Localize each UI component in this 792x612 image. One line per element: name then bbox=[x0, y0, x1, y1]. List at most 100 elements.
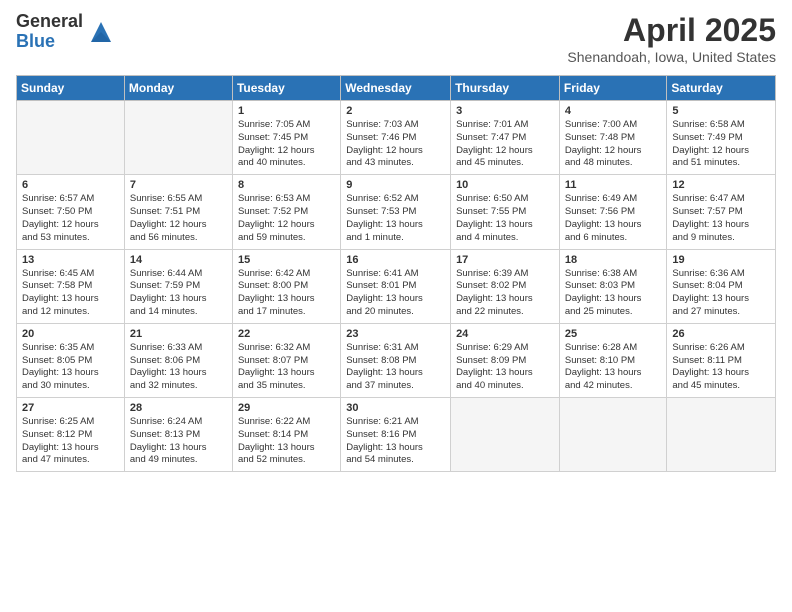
calendar-cell: 24 Sunrise: 6:29 AM Sunset: 8:09 PM Dayli… bbox=[451, 323, 560, 397]
day-number: 11 bbox=[565, 179, 662, 191]
day-number: 13 bbox=[22, 254, 119, 266]
calendar-week-row: 20Sunrise: 6:35 AM Sunset: 8:05 PM Dayli… bbox=[17, 323, 776, 397]
calendar-week-row: 1 Sunrise: 7:05 AM Sunset: 7:45 PM Daylig… bbox=[17, 101, 776, 175]
day-number: 30 bbox=[346, 402, 445, 414]
calendar-cell: 3Sunrise: 7:01 AM Sunset: 7:47 PM Daylig… bbox=[451, 101, 560, 175]
calendar-cell: 9Sunrise: 6:52 AM Sunset: 7:53 PM Daylig… bbox=[341, 175, 451, 249]
day-number: 1 bbox=[238, 105, 335, 117]
calendar-cell: 17 Sunrise: 6:39 AM Sunset: 8:02 PM Dayli… bbox=[451, 249, 560, 323]
weekday-row: SundayMondayTuesdayWednesdayThursdayFrid… bbox=[17, 76, 776, 101]
weekday-header: Friday bbox=[559, 76, 667, 101]
day-number: 14 bbox=[130, 254, 227, 266]
day-detail: Sunrise: 6:32 AM Sunset: 8:07 PM Dayligh… bbox=[238, 342, 335, 393]
calendar-cell: 4 Sunrise: 7:00 AM Sunset: 7:48 PM Daylig… bbox=[559, 101, 667, 175]
day-detail: Sunrise: 6:53 AM Sunset: 7:52 PM Dayligh… bbox=[238, 193, 335, 244]
day-detail: Sunrise: 6:55 AM Sunset: 7:51 PM Dayligh… bbox=[130, 193, 227, 244]
day-detail: Sunrise: 7:03 AM Sunset: 7:46 PM Dayligh… bbox=[346, 119, 445, 170]
calendar-week-row: 13 Sunrise: 6:45 AM Sunset: 7:58 PM Dayli… bbox=[17, 249, 776, 323]
weekday-header: Saturday bbox=[667, 76, 776, 101]
day-detail: Sunrise: 6:31 AM Sunset: 8:08 PM Dayligh… bbox=[346, 342, 445, 393]
day-number: 15 bbox=[238, 254, 335, 266]
calendar-cell: 30 Sunrise: 6:21 AM Sunset: 8:16 PM Dayli… bbox=[341, 398, 451, 472]
day-number: 25 bbox=[565, 328, 662, 340]
day-number: 19 bbox=[672, 254, 770, 266]
logo-blue: Blue bbox=[16, 32, 83, 52]
calendar-cell: 6Sunrise: 6:57 AM Sunset: 7:50 PM Daylig… bbox=[17, 175, 125, 249]
calendar-cell bbox=[124, 101, 232, 175]
calendar-cell: 14 Sunrise: 6:44 AM Sunset: 7:59 PM Dayli… bbox=[124, 249, 232, 323]
calendar-cell: 5Sunrise: 6:58 AM Sunset: 7:49 PM Daylig… bbox=[667, 101, 776, 175]
calendar-header: SundayMondayTuesdayWednesdayThursdayFrid… bbox=[17, 76, 776, 101]
weekday-header: Thursday bbox=[451, 76, 560, 101]
day-number: 23 bbox=[346, 328, 445, 340]
day-number: 7 bbox=[130, 179, 227, 191]
day-detail: Sunrise: 6:49 AM Sunset: 7:56 PM Dayligh… bbox=[565, 193, 662, 244]
day-detail: Sunrise: 7:00 AM Sunset: 7:48 PM Dayligh… bbox=[565, 119, 662, 170]
day-detail: Sunrise: 6:50 AM Sunset: 7:55 PM Dayligh… bbox=[456, 193, 554, 244]
day-number: 16 bbox=[346, 254, 445, 266]
day-detail: Sunrise: 6:28 AM Sunset: 8:10 PM Dayligh… bbox=[565, 342, 662, 393]
day-detail: Sunrise: 6:45 AM Sunset: 7:58 PM Dayligh… bbox=[22, 268, 119, 319]
calendar-cell: 29Sunrise: 6:22 AM Sunset: 8:14 PM Dayli… bbox=[232, 398, 340, 472]
calendar-cell: 19 Sunrise: 6:36 AM Sunset: 8:04 PM Dayli… bbox=[667, 249, 776, 323]
location: Shenandoah, Iowa, United States bbox=[567, 49, 776, 65]
calendar-cell: 1 Sunrise: 7:05 AM Sunset: 7:45 PM Daylig… bbox=[232, 101, 340, 175]
day-detail: Sunrise: 6:41 AM Sunset: 8:01 PM Dayligh… bbox=[346, 268, 445, 319]
day-number: 8 bbox=[238, 179, 335, 191]
calendar-cell bbox=[559, 398, 667, 472]
day-detail: Sunrise: 6:38 AM Sunset: 8:03 PM Dayligh… bbox=[565, 268, 662, 319]
weekday-header: Sunday bbox=[17, 76, 125, 101]
day-number: 20 bbox=[22, 328, 119, 340]
calendar-cell: 13 Sunrise: 6:45 AM Sunset: 7:58 PM Dayli… bbox=[17, 249, 125, 323]
day-detail: Sunrise: 7:01 AM Sunset: 7:47 PM Dayligh… bbox=[456, 119, 554, 170]
day-number: 2 bbox=[346, 105, 445, 117]
title-block: April 2025 Shenandoah, Iowa, United Stat… bbox=[567, 12, 776, 65]
day-number: 21 bbox=[130, 328, 227, 340]
day-detail: Sunrise: 6:57 AM Sunset: 7:50 PM Dayligh… bbox=[22, 193, 119, 244]
calendar-cell: 11 Sunrise: 6:49 AM Sunset: 7:56 PM Dayli… bbox=[559, 175, 667, 249]
day-number: 12 bbox=[672, 179, 770, 191]
day-detail: Sunrise: 6:39 AM Sunset: 8:02 PM Dayligh… bbox=[456, 268, 554, 319]
logo-general: General bbox=[16, 12, 83, 32]
calendar-cell: 7 Sunrise: 6:55 AM Sunset: 7:51 PM Daylig… bbox=[124, 175, 232, 249]
calendar-cell: 8 Sunrise: 6:53 AM Sunset: 7:52 PM Daylig… bbox=[232, 175, 340, 249]
calendar-cell: 12Sunrise: 6:47 AM Sunset: 7:57 PM Dayli… bbox=[667, 175, 776, 249]
calendar-week-row: 27Sunrise: 6:25 AM Sunset: 8:12 PM Dayli… bbox=[17, 398, 776, 472]
calendar-week-row: 6Sunrise: 6:57 AM Sunset: 7:50 PM Daylig… bbox=[17, 175, 776, 249]
calendar-cell: 20Sunrise: 6:35 AM Sunset: 8:05 PM Dayli… bbox=[17, 323, 125, 397]
logo-icon bbox=[87, 18, 115, 46]
day-number: 4 bbox=[565, 105, 662, 117]
calendar-cell: 18 Sunrise: 6:38 AM Sunset: 8:03 PM Dayli… bbox=[559, 249, 667, 323]
logo-text: General Blue bbox=[16, 12, 83, 52]
day-number: 18 bbox=[565, 254, 662, 266]
day-number: 27 bbox=[22, 402, 119, 414]
weekday-header: Monday bbox=[124, 76, 232, 101]
calendar-cell: 25 Sunrise: 6:28 AM Sunset: 8:10 PM Dayli… bbox=[559, 323, 667, 397]
calendar-cell: 26 Sunrise: 6:26 AM Sunset: 8:11 PM Dayli… bbox=[667, 323, 776, 397]
day-detail: Sunrise: 6:21 AM Sunset: 8:16 PM Dayligh… bbox=[346, 416, 445, 467]
day-detail: Sunrise: 6:52 AM Sunset: 7:53 PM Dayligh… bbox=[346, 193, 445, 244]
calendar-cell: 15 Sunrise: 6:42 AM Sunset: 8:00 PM Dayli… bbox=[232, 249, 340, 323]
day-detail: Sunrise: 6:33 AM Sunset: 8:06 PM Dayligh… bbox=[130, 342, 227, 393]
day-number: 24 bbox=[456, 328, 554, 340]
logo: General Blue bbox=[16, 12, 115, 52]
page: General Blue April 2025 Shenandoah, Iowa… bbox=[0, 0, 792, 612]
day-detail: Sunrise: 7:05 AM Sunset: 7:45 PM Dayligh… bbox=[238, 119, 335, 170]
day-detail: Sunrise: 6:36 AM Sunset: 8:04 PM Dayligh… bbox=[672, 268, 770, 319]
calendar-cell: 2 Sunrise: 7:03 AM Sunset: 7:46 PM Daylig… bbox=[341, 101, 451, 175]
calendar-cell: 10Sunrise: 6:50 AM Sunset: 7:55 PM Dayli… bbox=[451, 175, 560, 249]
calendar-body: 1 Sunrise: 7:05 AM Sunset: 7:45 PM Daylig… bbox=[17, 101, 776, 472]
day-detail: Sunrise: 6:22 AM Sunset: 8:14 PM Dayligh… bbox=[238, 416, 335, 467]
calendar-cell: 16 Sunrise: 6:41 AM Sunset: 8:01 PM Dayli… bbox=[341, 249, 451, 323]
day-detail: Sunrise: 6:26 AM Sunset: 8:11 PM Dayligh… bbox=[672, 342, 770, 393]
day-detail: Sunrise: 6:29 AM Sunset: 8:09 PM Dayligh… bbox=[456, 342, 554, 393]
calendar-cell bbox=[451, 398, 560, 472]
day-number: 22 bbox=[238, 328, 335, 340]
day-detail: Sunrise: 6:58 AM Sunset: 7:49 PM Dayligh… bbox=[672, 119, 770, 170]
day-number: 17 bbox=[456, 254, 554, 266]
day-number: 26 bbox=[672, 328, 770, 340]
calendar-cell: 28Sunrise: 6:24 AM Sunset: 8:13 PM Dayli… bbox=[124, 398, 232, 472]
day-detail: Sunrise: 6:44 AM Sunset: 7:59 PM Dayligh… bbox=[130, 268, 227, 319]
weekday-header: Wednesday bbox=[341, 76, 451, 101]
day-detail: Sunrise: 6:42 AM Sunset: 8:00 PM Dayligh… bbox=[238, 268, 335, 319]
